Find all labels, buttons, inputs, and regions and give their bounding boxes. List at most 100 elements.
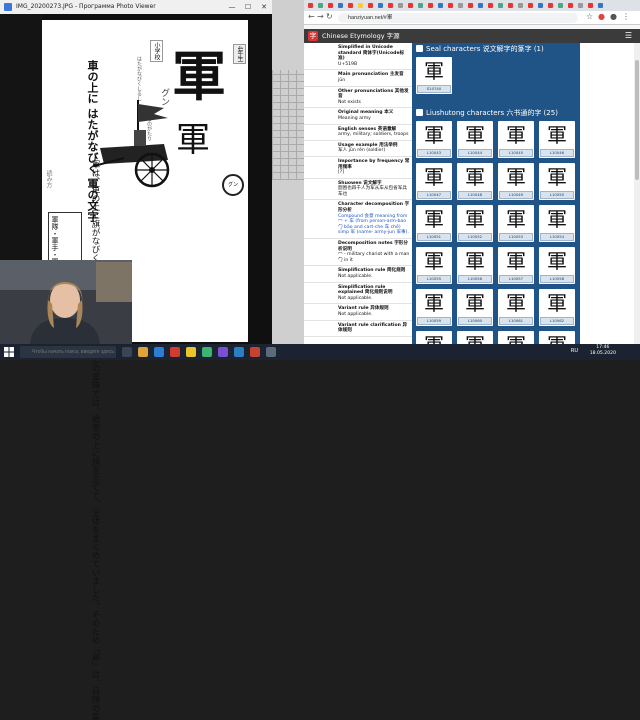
- character-code-button[interactable]: L10058: [540, 275, 574, 283]
- tab-favicon[interactable]: [458, 3, 463, 8]
- system-clock[interactable]: 17:46 18.05.2020: [590, 345, 616, 357]
- character-card[interactable]: 軍L10064: [457, 331, 493, 344]
- tab-favicon[interactable]: [368, 3, 373, 8]
- taskbar-search-input[interactable]: [20, 346, 116, 358]
- character-code-button[interactable]: L10051: [417, 233, 451, 241]
- character-card[interactable]: 軍 L10057: [498, 247, 534, 284]
- bookmark-star-icon[interactable]: ☆: [586, 11, 593, 23]
- tab-favicon[interactable]: [538, 3, 543, 8]
- character-code-button[interactable]: L10046: [540, 149, 574, 157]
- tab-favicon[interactable]: [348, 3, 353, 8]
- tab-favicon[interactable]: [428, 3, 433, 8]
- character-card[interactable]: 軍 L10051: [416, 205, 452, 242]
- info-value[interactable]: Compound 会意 meaning from 冖 + 车 (from per…: [338, 214, 409, 236]
- character-code-button[interactable]: L10055: [417, 275, 451, 283]
- tab-favicon[interactable]: [418, 3, 423, 8]
- character-code-button[interactable]: S10740: [417, 85, 451, 93]
- character-card[interactable]: 軍 L10045: [498, 121, 534, 158]
- character-code-button[interactable]: L10043: [417, 149, 451, 157]
- character-code-button[interactable]: L10045: [499, 149, 533, 157]
- app-icon-2[interactable]: [202, 347, 212, 357]
- tab-favicon[interactable]: [598, 3, 603, 8]
- scrollbar-thumb[interactable]: [635, 60, 639, 180]
- character-card[interactable]: 軍 L10043: [416, 121, 452, 158]
- tab-favicon[interactable]: [558, 3, 563, 8]
- character-card[interactable]: 軍 L10060: [457, 289, 493, 326]
- character-code-button[interactable]: L10060: [458, 317, 492, 325]
- language-indicator[interactable]: RU: [571, 348, 578, 354]
- character-card[interactable]: 軍 L10047: [416, 163, 452, 200]
- character-code-button[interactable]: L10054: [540, 233, 574, 241]
- character-code-button[interactable]: L10048: [458, 191, 492, 199]
- character-card[interactable]: 軍 L10049: [498, 163, 534, 200]
- tab-favicon[interactable]: [338, 3, 343, 8]
- character-card[interactable]: 軍 L10056: [457, 247, 493, 284]
- character-card[interactable]: 軍 L10048: [457, 163, 493, 200]
- maximize-icon[interactable]: ☐: [240, 0, 256, 14]
- close-icon[interactable]: ✕: [256, 0, 272, 14]
- tab-favicon[interactable]: [498, 3, 503, 8]
- character-code-button[interactable]: L10044: [458, 149, 492, 157]
- character-card[interactable]: 軍L10065: [498, 331, 534, 344]
- app-icon-3[interactable]: [218, 347, 228, 357]
- tab-favicon[interactable]: [588, 3, 593, 8]
- character-code-button[interactable]: L10047: [417, 191, 451, 199]
- tab-favicon[interactable]: [308, 3, 313, 8]
- site-logo[interactable]: 字: [308, 31, 318, 41]
- character-card[interactable]: 軍 L10052: [457, 205, 493, 242]
- character-card[interactable]: 軍L10063: [416, 331, 452, 344]
- browser-tab-bar[interactable]: [304, 0, 640, 11]
- tab-favicon[interactable]: [398, 3, 403, 8]
- reload-icon[interactable]: ↻: [326, 11, 333, 23]
- tab-favicon[interactable]: [388, 3, 393, 8]
- character-card[interactable]: 軍 S10740: [416, 57, 452, 94]
- app-icon[interactable]: [170, 347, 180, 357]
- tab-favicon[interactable]: [488, 3, 493, 8]
- edge-icon[interactable]: [154, 347, 164, 357]
- character-code-button[interactable]: L10049: [499, 191, 533, 199]
- extension-icon[interactable]: ●: [598, 11, 605, 23]
- file-explorer-icon[interactable]: [138, 347, 148, 357]
- tab-favicon[interactable]: [378, 3, 383, 8]
- character-card[interactable]: 軍 L10059: [416, 289, 452, 326]
- tab-favicon[interactable]: [328, 3, 333, 8]
- address-bar[interactable]: [338, 13, 578, 23]
- tab-favicon[interactable]: [318, 3, 323, 8]
- tab-favicon[interactable]: [508, 3, 513, 8]
- character-code-button[interactable]: L10053: [499, 233, 533, 241]
- character-card[interactable]: 軍 L10062: [539, 289, 575, 326]
- tab-favicon[interactable]: [468, 3, 473, 8]
- back-icon[interactable]: ←: [308, 11, 315, 23]
- character-code-button[interactable]: L10062: [540, 317, 574, 325]
- word-icon[interactable]: [234, 347, 244, 357]
- character-card[interactable]: 軍 L10050: [539, 163, 575, 200]
- character-code-button[interactable]: L10057: [499, 275, 533, 283]
- tab-favicon[interactable]: [448, 3, 453, 8]
- windows-start-icon[interactable]: [4, 347, 14, 357]
- tab-favicon[interactable]: [478, 3, 483, 8]
- character-card[interactable]: 軍L10066: [539, 331, 575, 344]
- character-code-button[interactable]: L10059: [417, 317, 451, 325]
- tab-favicon[interactable]: [568, 3, 573, 8]
- tab-favicon[interactable]: [578, 3, 583, 8]
- character-code-button[interactable]: L10052: [458, 233, 492, 241]
- character-card[interactable]: 軍 L10061: [498, 289, 534, 326]
- browser-menu-icon[interactable]: ⋮: [622, 11, 630, 23]
- character-card[interactable]: 軍 L10053: [498, 205, 534, 242]
- site-title[interactable]: Chinese Etymology 字源: [322, 31, 400, 41]
- menu-icon[interactable]: ☰: [625, 31, 632, 41]
- character-code-button[interactable]: L10050: [540, 191, 574, 199]
- powerpoint-icon[interactable]: [250, 347, 260, 357]
- character-card[interactable]: 軍 L10044: [457, 121, 493, 158]
- minimize-icon[interactable]: —: [224, 0, 240, 14]
- tab-favicon[interactable]: [518, 3, 523, 8]
- chrome-icon[interactable]: [186, 347, 196, 357]
- character-code-button[interactable]: L10056: [458, 275, 492, 283]
- tab-favicon[interactable]: [438, 3, 443, 8]
- character-card[interactable]: 軍 L10055: [416, 247, 452, 284]
- tab-favicon[interactable]: [548, 3, 553, 8]
- tab-favicon[interactable]: [528, 3, 533, 8]
- character-card[interactable]: 軍 L10046: [539, 121, 575, 158]
- task-view-icon[interactable]: [122, 347, 132, 357]
- photos-icon[interactable]: [266, 347, 276, 357]
